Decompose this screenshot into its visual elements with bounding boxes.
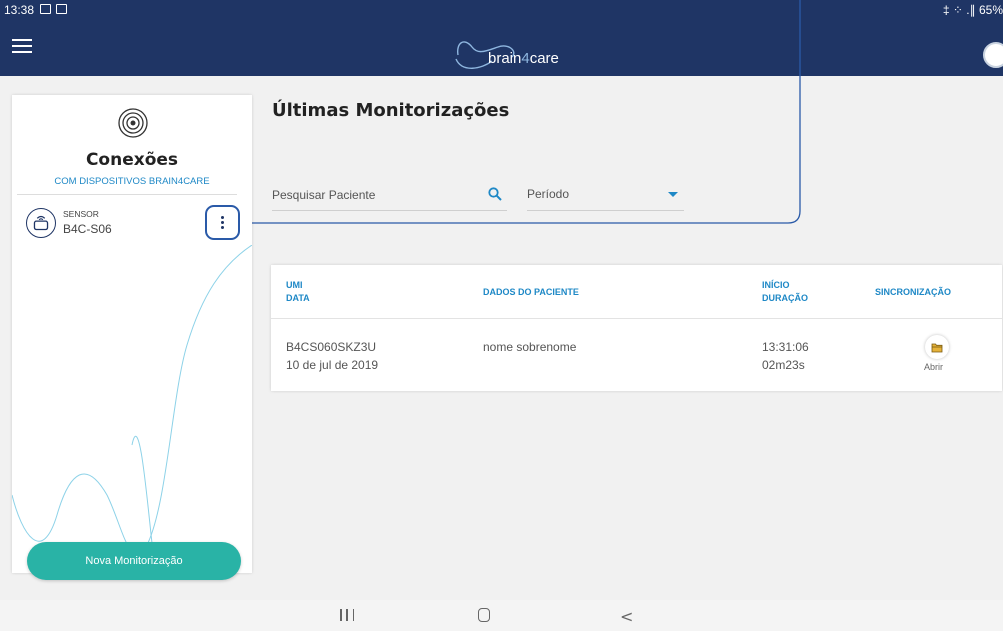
nav-home-icon[interactable] bbox=[478, 608, 490, 622]
kebab-icon[interactable] bbox=[205, 205, 240, 240]
connections-panel: Conexões COM DISPOSITIVOS BRAIN4CARE SEN… bbox=[12, 95, 252, 573]
status-time: 13:38 bbox=[4, 3, 35, 17]
cell-umi: B4CS060SKZ3U 10 de jul de 2019 bbox=[286, 340, 379, 372]
page-title: Últimas Monitorizações bbox=[272, 100, 510, 121]
gallery-icon bbox=[40, 4, 51, 14]
column-header-start: INÍCIO DURAÇÃO bbox=[762, 280, 808, 303]
folder-icon bbox=[931, 343, 943, 352]
divider bbox=[271, 318, 1002, 319]
open-button[interactable] bbox=[925, 335, 949, 359]
sensor-icon[interactable] bbox=[26, 208, 56, 238]
wave-decoration bbox=[12, 245, 252, 573]
connections-title: Conexões bbox=[85, 150, 179, 170]
column-header-umi: UMI DATA bbox=[286, 280, 310, 303]
column-header-sync: SINCRONIZAÇÃO bbox=[875, 287, 951, 297]
caret-down-icon bbox=[668, 192, 678, 197]
brand-name: brain4care bbox=[488, 50, 559, 67]
system-nav-bar: < bbox=[0, 600, 1003, 631]
nav-back-icon[interactable]: < bbox=[620, 607, 633, 626]
cell-patient: nome sobrenome bbox=[483, 340, 577, 354]
divider bbox=[17, 194, 237, 195]
calendar-icon bbox=[56, 4, 67, 14]
menu-icon[interactable] bbox=[12, 39, 32, 53]
app-bar: 13:38 ‡ ⁘ .∥ 65% brain4care bbox=[0, 0, 1003, 76]
cell-start: 13:31:06 02m23s bbox=[762, 340, 809, 372]
period-label: Período bbox=[527, 187, 570, 201]
avatar[interactable] bbox=[983, 42, 1003, 68]
column-header-patient: DADOS DO PACIENTE bbox=[483, 287, 579, 297]
connections-subtitle: COM DISPOSITIVOS BRAIN4CARE bbox=[54, 176, 210, 187]
nav-recent-icon[interactable] bbox=[340, 609, 354, 621]
sensor-label: SENSOR bbox=[63, 209, 99, 219]
status-indicators: ‡ ⁘ .∥ 65% bbox=[942, 3, 1003, 17]
search-icon[interactable] bbox=[488, 187, 502, 201]
period-select[interactable]: Período bbox=[527, 183, 684, 211]
search-field bbox=[272, 183, 507, 211]
open-label[interactable]: Abrir bbox=[924, 362, 943, 372]
monitoring-table: UMI DATA DADOS DO PACIENTE INÍCIO DURAÇÃ… bbox=[271, 265, 1002, 391]
sensor-name: B4C-S06 bbox=[63, 222, 112, 236]
signal-icon bbox=[118, 108, 148, 138]
new-monitoring-button[interactable]: Nova Monitorização bbox=[27, 542, 241, 580]
search-input[interactable] bbox=[272, 185, 472, 205]
status-notification-icons bbox=[40, 4, 67, 14]
